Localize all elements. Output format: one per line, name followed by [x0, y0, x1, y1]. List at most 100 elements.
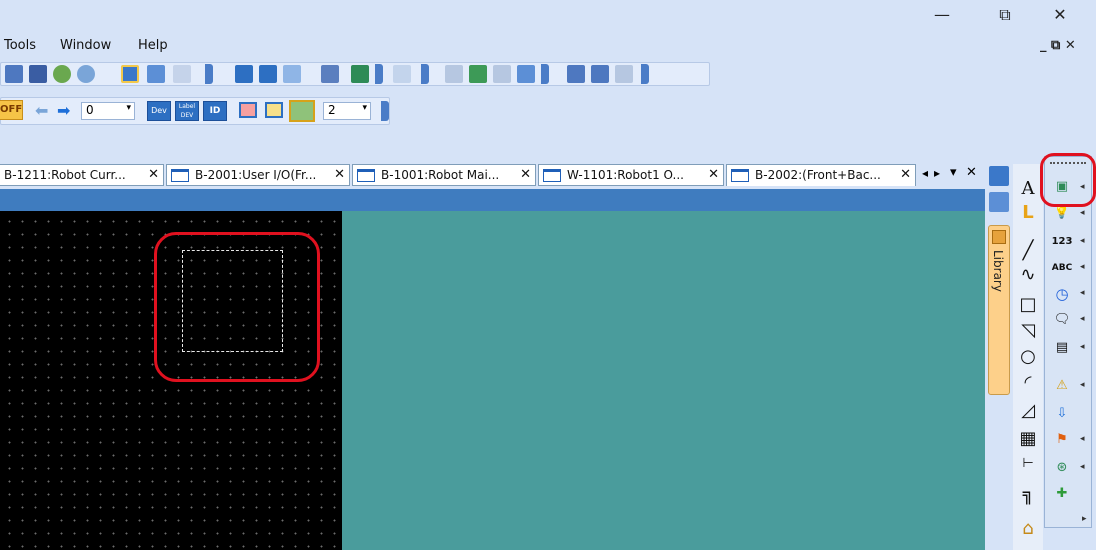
layer2-icon[interactable] — [265, 102, 283, 118]
menu-help[interactable]: Help — [138, 38, 168, 53]
globe2-icon[interactable] — [77, 65, 95, 83]
left-arrow-icon[interactable]: ⬅ — [35, 101, 48, 120]
id-button[interactable]: ID — [203, 101, 227, 121]
scale-tool-icon[interactable]: ⊢ — [1016, 456, 1040, 480]
slider-tool-icon[interactable]: ✚ — [1048, 482, 1076, 506]
dev-mode-icon[interactable] — [121, 65, 139, 83]
alarm-tool-icon[interactable]: ⚠ — [1048, 374, 1076, 398]
tab-close-icon[interactable]: ✕ — [708, 165, 719, 185]
gauge-tool-icon[interactable]: ⊛ — [1048, 456, 1076, 480]
right-arrow-icon[interactable]: ➡ — [57, 101, 70, 120]
tree-icon[interactable] — [351, 65, 369, 83]
tab-next-icon[interactable]: ▸ — [934, 166, 940, 180]
tab-w-1101[interactable]: W-1101:Robot1 O... ✕ — [538, 164, 724, 186]
zoom-icon[interactable] — [393, 65, 411, 83]
dev-icon[interactable] — [147, 65, 165, 83]
tab-close-icon[interactable]: ✕ — [520, 165, 531, 185]
expand-arrow-icon[interactable]: ◂ — [1080, 262, 1085, 272]
workspace-background — [342, 211, 985, 550]
expand-arrow-icon[interactable]: ◂ — [1080, 380, 1085, 390]
text-tool-icon[interactable]: A — [1016, 178, 1040, 202]
document-tab-bar: B-1211:Robot Curr... ✕ B-2001:User I/O(F… — [0, 164, 985, 186]
layer-icon[interactable] — [239, 102, 257, 118]
number-select[interactable]: 0 ▾ — [81, 102, 135, 120]
expand-arrow-icon[interactable]: ◂ — [1080, 342, 1085, 352]
historical-data-tool-icon[interactable]: ▤ — [1048, 336, 1076, 360]
monitor-icon[interactable] — [445, 65, 463, 83]
monitor3-icon[interactable] — [517, 65, 535, 83]
clock-tool-icon[interactable]: ◷ — [1048, 282, 1076, 306]
tab-b-2002-active[interactable]: B-2002:(Front+Bac... ✕ — [726, 164, 916, 186]
arc-tool-icon[interactable]: ◜ — [1016, 372, 1040, 396]
polygon-tool-icon[interactable]: ◹ — [1016, 320, 1040, 344]
tab-close-icon[interactable]: ✕ — [334, 165, 345, 185]
globe-icon[interactable] — [53, 65, 71, 83]
sector-tool-icon[interactable]: ◿ — [1016, 400, 1040, 424]
export-icon[interactable] — [259, 65, 277, 83]
close-window-button[interactable]: ✕ — [1040, 4, 1080, 26]
dev-panel-icon[interactable] — [989, 192, 1009, 212]
expand-arrow-icon[interactable]: ◂ — [1080, 462, 1085, 472]
expand-arrow-icon[interactable]: ◂ — [1080, 314, 1085, 324]
tab-b-1211[interactable]: B-1211:Robot Curr... ✕ — [0, 164, 164, 186]
numeric-display-tool-icon[interactable]: 123 — [1048, 230, 1076, 254]
piping-tool-icon[interactable]: ╗ — [1016, 484, 1040, 508]
expand-arrow-icon[interactable]: ◂ — [1080, 208, 1085, 218]
tab-list-icon[interactable]: ▾ — [950, 165, 957, 180]
abc-icon[interactable] — [173, 65, 191, 83]
line-tool-icon[interactable]: ╱ — [1016, 240, 1040, 264]
text-display-tool-icon[interactable]: ABC — [1048, 256, 1076, 280]
menu-tools[interactable]: Tools — [4, 38, 36, 53]
minimize-button[interactable]: — — [922, 4, 962, 26]
expand-arrow-icon[interactable]: ◂ — [1080, 288, 1085, 298]
menu-window[interactable]: Window — [60, 38, 111, 53]
transfer-icon[interactable] — [321, 65, 339, 83]
dev-button[interactable]: Dev — [147, 101, 171, 121]
red-highlight-selection — [154, 232, 320, 382]
tab-close-all-icon[interactable]: ✕ — [966, 165, 977, 180]
off-toggle[interactable]: OFF — [0, 100, 23, 120]
search2-icon[interactable] — [591, 65, 609, 83]
toolbar-grip[interactable] — [381, 101, 389, 121]
screen-list-icon[interactable] — [989, 166, 1009, 186]
circle-tool-icon[interactable]: ○ — [1016, 346, 1040, 370]
table-tool-icon[interactable]: ▦ — [1016, 428, 1040, 452]
tab-b-2001[interactable]: B-2001:User I/O(Fr... ✕ — [166, 164, 350, 186]
tab-close-icon[interactable]: ✕ — [900, 165, 911, 185]
expand-arrow-icon[interactable]: ◂ — [1080, 434, 1085, 444]
grid-icon[interactable] — [29, 65, 47, 83]
copy-screen-icon[interactable] — [283, 65, 301, 83]
paint-tool-icon[interactable]: ⌂ — [1016, 518, 1040, 542]
toolbar-expand-icon[interactable]: ▸ — [1082, 514, 1087, 524]
restore-button[interactable]: ⧉ — [985, 4, 1025, 26]
book-icon — [992, 230, 1006, 244]
toolbar-grip[interactable] — [541, 64, 549, 84]
toolbar-grip[interactable] — [421, 64, 429, 84]
rectangle-tool-icon[interactable]: □ — [1016, 294, 1040, 318]
tab-prev-icon[interactable]: ◂ — [922, 166, 928, 180]
search3-icon[interactable] — [615, 65, 633, 83]
toolbar-grip[interactable] — [205, 64, 213, 84]
layer3-icon[interactable] — [289, 100, 315, 122]
tab-b-1001[interactable]: B-1001:Robot Mai... ✕ — [352, 164, 536, 186]
zoom-select[interactable]: 2 ▾ — [323, 102, 371, 120]
tab-label: B-2001:User I/O(Fr... — [195, 168, 317, 182]
toolbar-grip[interactable] — [641, 64, 649, 84]
tab-label: B-1001:Robot Mai... — [381, 168, 500, 182]
toolbar-grip[interactable] — [375, 64, 383, 84]
mdi-controls[interactable]: _ ⧉ ✕ — [1040, 38, 1076, 53]
monitor-green-icon[interactable] — [469, 65, 487, 83]
trigger-action-tool-icon[interactable]: ⚑ — [1048, 428, 1076, 452]
polyline-tool-icon[interactable]: ∿ — [1016, 264, 1040, 288]
monitor2-icon[interactable] — [493, 65, 511, 83]
label-dev-button[interactable]: Label DEV — [175, 101, 199, 121]
toolbar-row-1 — [0, 62, 710, 86]
data-transfer-tool-icon[interactable]: ⇩ — [1048, 402, 1076, 426]
expand-arrow-icon[interactable]: ◂ — [1080, 236, 1085, 246]
dimension-tool-icon[interactable]: L — [1016, 202, 1040, 226]
import-icon[interactable] — [235, 65, 253, 83]
tab-close-icon[interactable]: ✕ — [148, 165, 159, 185]
screen-icon[interactable] — [5, 65, 23, 83]
search-icon[interactable] — [567, 65, 585, 83]
comment-tool-icon[interactable]: 🗨 — [1048, 308, 1076, 332]
